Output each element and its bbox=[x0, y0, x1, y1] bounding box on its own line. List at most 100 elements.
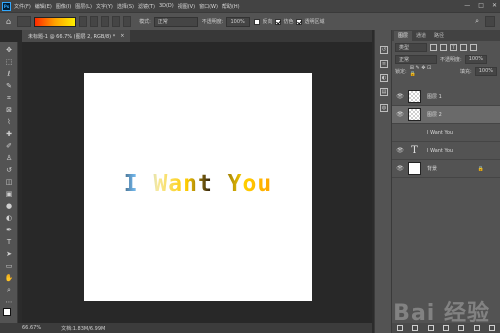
radial-gradient-icon[interactable] bbox=[90, 16, 99, 27]
move-tool-icon[interactable]: ✥ bbox=[4, 46, 14, 54]
layer-name[interactable]: 背景 bbox=[427, 165, 437, 172]
menu-help[interactable]: 帮助(H) bbox=[222, 3, 240, 10]
path-selection-tool-icon[interactable]: ➤ bbox=[4, 250, 14, 258]
dither-checkbox[interactable] bbox=[275, 18, 282, 25]
dodge-tool-icon[interactable]: ◐ bbox=[4, 214, 14, 222]
reverse-checkbox[interactable] bbox=[254, 18, 261, 25]
menu-type[interactable]: 文字(Y) bbox=[96, 3, 113, 10]
menu-3d[interactable]: 3D(D) bbox=[159, 3, 174, 9]
brush-tool-icon[interactable]: ✐ bbox=[4, 142, 14, 150]
mode-select[interactable]: 正常 bbox=[153, 16, 198, 27]
gradient-tool-icon[interactable]: ▣ bbox=[4, 190, 14, 198]
foreground-color-swatch[interactable] bbox=[3, 308, 11, 316]
layer-row-selected[interactable]: 👁 图层 2 bbox=[392, 106, 500, 124]
layer-row[interactable]: 👁 T I Want You bbox=[392, 142, 500, 160]
history-brush-tool-icon[interactable]: ↺ bbox=[4, 166, 14, 174]
fill-label: 填充: bbox=[460, 68, 472, 75]
fill-input[interactable]: 100% bbox=[474, 66, 497, 76]
layer-opacity-label: 不透明度: bbox=[440, 56, 462, 63]
layer-thumbnail bbox=[408, 90, 421, 103]
transparency-checkbox[interactable] bbox=[296, 18, 303, 25]
quick-selection-tool-icon[interactable]: ✎ bbox=[4, 82, 14, 90]
layer-kind-filter[interactable]: 类型 bbox=[395, 42, 427, 52]
visibility-eye-icon[interactable]: 👁 bbox=[396, 147, 404, 154]
adjustments-panel-icon[interactable]: ◐ bbox=[380, 74, 388, 82]
lock-fill-row: 锁定: ⊞ ✎ ✥ ⊡ 🔒 填充: 100% bbox=[392, 65, 500, 77]
menu-image[interactable]: 图像(I) bbox=[56, 3, 71, 10]
delete-layer-icon[interactable] bbox=[489, 325, 496, 331]
opacity-input[interactable]: 100% bbox=[226, 16, 251, 27]
lock-label: 锁定: bbox=[395, 68, 407, 75]
document-tab[interactable]: 未标题-1 @ 66.7% (图层 2, RGB/8) * × bbox=[22, 30, 131, 42]
document-canvas[interactable]: I Want You bbox=[84, 73, 312, 301]
tab-paths[interactable]: 路径 bbox=[430, 31, 448, 41]
type-filter-icon[interactable]: T bbox=[450, 43, 457, 51]
close-button[interactable]: ✕ bbox=[492, 2, 497, 9]
frame-tool-icon[interactable]: ⊠ bbox=[4, 106, 14, 114]
maximize-button[interactable]: □ bbox=[478, 2, 484, 9]
clone-stamp-tool-icon[interactable]: ♙ bbox=[4, 154, 14, 162]
tab-channels[interactable]: 通道 bbox=[412, 31, 430, 41]
home-icon[interactable]: ⌂ bbox=[6, 17, 11, 26]
zoom-level[interactable]: 66.67% bbox=[22, 325, 41, 331]
menu-filter[interactable]: 滤镜(T) bbox=[138, 3, 155, 10]
marquee-tool-icon[interactable]: ⬚ bbox=[4, 58, 14, 66]
tool-preset-picker[interactable] bbox=[17, 16, 32, 27]
visibility-eye-icon[interactable]: 👁 bbox=[396, 165, 404, 172]
layer-row[interactable]: 👁 图层 1 bbox=[392, 88, 500, 106]
history-panel-icon[interactable]: ↺ bbox=[380, 46, 388, 54]
gradient-picker[interactable] bbox=[34, 16, 77, 27]
crop-tool-icon[interactable]: ⌗ bbox=[4, 94, 14, 102]
shape-filter-icon[interactable] bbox=[460, 43, 467, 51]
menu-window[interactable]: 窗口(W) bbox=[199, 3, 218, 10]
menu-view[interactable]: 视图(V) bbox=[178, 3, 195, 10]
healing-brush-tool-icon[interactable]: ✚ bbox=[4, 130, 14, 138]
document-info: 文档:1.83M/6.99M bbox=[61, 325, 106, 332]
minimize-button[interactable]: — bbox=[464, 2, 470, 9]
reflected-gradient-icon[interactable] bbox=[112, 16, 121, 27]
pixel-filter-icon[interactable] bbox=[430, 43, 437, 51]
smart-object-filter-icon[interactable] bbox=[470, 43, 477, 51]
visibility-eye-icon[interactable]: 👁 bbox=[396, 93, 404, 100]
close-tab-icon[interactable]: × bbox=[120, 33, 124, 39]
visibility-eye-icon[interactable]: 👁 bbox=[396, 111, 404, 118]
hand-tool-icon[interactable]: ✋ bbox=[4, 274, 14, 282]
layer-name[interactable]: I Want You bbox=[427, 148, 453, 154]
opacity-value: 100% bbox=[230, 18, 245, 25]
menu-edit[interactable]: 编辑(E) bbox=[35, 3, 52, 10]
more-tools-icon[interactable]: ⋯ bbox=[4, 298, 14, 306]
workspace-switcher-icon[interactable] bbox=[485, 16, 495, 27]
eyedropper-tool-icon[interactable]: ⌇ bbox=[4, 118, 14, 126]
eraser-tool-icon[interactable]: ◫ bbox=[4, 178, 14, 186]
lock-icons[interactable]: ⊞ ✎ ✥ ⊡ 🔒 bbox=[410, 65, 438, 77]
search-icon[interactable]: ⌕ bbox=[475, 17, 479, 26]
dither-label: 仿色 bbox=[283, 19, 294, 25]
rectangle-tool-icon[interactable]: ▭ bbox=[4, 262, 14, 270]
libraries-panel-icon[interactable]: ▤ bbox=[380, 88, 388, 96]
angle-gradient-icon[interactable] bbox=[101, 16, 110, 27]
layer-row[interactable]: 👁 背景 🔒 bbox=[392, 160, 500, 178]
linear-gradient-icon[interactable] bbox=[79, 16, 88, 27]
layer-name[interactable]: 图层 2 bbox=[427, 111, 442, 118]
lasso-tool-icon[interactable]: ℓ bbox=[4, 70, 14, 78]
layer-name[interactable]: I Want You bbox=[427, 130, 453, 136]
blend-mode-select[interactable]: 正常 bbox=[395, 54, 437, 64]
type-tool-icon[interactable]: T bbox=[4, 238, 14, 246]
tab-layers[interactable]: 图层 bbox=[394, 31, 413, 41]
zoom-tool-icon[interactable]: ⌕ bbox=[4, 286, 14, 294]
adjustment-filter-icon[interactable] bbox=[440, 43, 447, 51]
baidu-jingyan-watermark: Bai 经验 bbox=[393, 301, 490, 326]
menu-file[interactable]: 文件(F) bbox=[14, 3, 31, 10]
pen-tool-icon[interactable]: ✒ bbox=[4, 226, 14, 234]
layer-row[interactable]: 👁 I Want You bbox=[392, 124, 500, 142]
diamond-gradient-icon[interactable] bbox=[123, 16, 132, 27]
layer-name[interactable]: 图层 1 bbox=[427, 93, 442, 100]
blur-tool-icon[interactable]: ● bbox=[4, 202, 14, 210]
menu-layer[interactable]: 图层(L) bbox=[75, 3, 92, 10]
mode-value: 正常 bbox=[157, 19, 168, 25]
color-panel-icon[interactable]: ◍ bbox=[380, 104, 388, 112]
menu-select[interactable]: 选择(S) bbox=[117, 3, 134, 10]
layer-opacity-input[interactable]: 100% bbox=[464, 54, 487, 64]
canvas-text: I Want You bbox=[84, 171, 312, 197]
properties-panel-icon[interactable]: ≡ bbox=[380, 60, 388, 68]
